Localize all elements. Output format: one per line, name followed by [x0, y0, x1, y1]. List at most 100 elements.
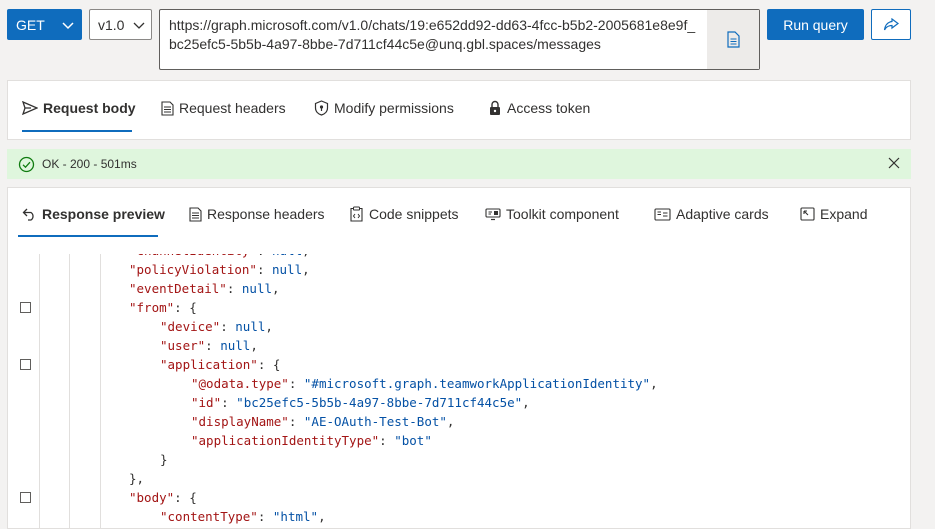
json-separator: : — [174, 300, 190, 315]
active-tab-indicator — [22, 130, 132, 132]
tab-request-headers[interactable]: Request headers — [160, 100, 286, 116]
json-separator: : — [288, 376, 304, 391]
json-value: } — [160, 452, 168, 467]
api-version-label: v1.0 — [98, 16, 125, 33]
tab-label: Adaptive cards — [676, 206, 769, 222]
url-text[interactable]: https://graph.microsoft.com/v1.0/chats/1… — [169, 16, 699, 54]
json-punctuation: , — [265, 319, 273, 334]
json-value: null — [272, 254, 302, 258]
json-value: "bot" — [394, 433, 432, 448]
json-line: "@odata.type": "#microsoft.graph.teamwor… — [8, 374, 910, 393]
json-key: "device" — [160, 319, 221, 334]
tab-label: Code snippets — [369, 206, 459, 222]
query-toolbar: GET v1.0 https://graph.microsoft.com/v1.… — [0, 0, 935, 76]
json-punctuation: , — [650, 376, 658, 391]
json-key: "@odata.type" — [191, 376, 289, 391]
tab-response-preview[interactable]: Response preview — [22, 206, 165, 222]
json-line: "from": { — [8, 298, 910, 317]
json-separator: : — [221, 395, 237, 410]
json-punctuation: , — [318, 509, 326, 524]
tab-label: Expand — [820, 206, 868, 222]
document-icon[interactable] — [707, 10, 759, 69]
share-icon[interactable] — [871, 9, 911, 40]
api-version-dropdown[interactable]: v1.0 — [89, 9, 152, 40]
tab-adaptive-cards[interactable]: Adaptive cards — [654, 206, 769, 222]
shield-icon — [314, 100, 329, 116]
tab-code-snippets[interactable]: Code snippets — [349, 206, 459, 222]
json-separator: : — [174, 490, 190, 505]
chevron-down-icon — [54, 17, 82, 33]
json-line: "application": { — [8, 355, 910, 374]
json-value: { — [189, 490, 197, 505]
json-separator: : — [226, 281, 242, 296]
json-value: { — [272, 357, 281, 372]
undo-arrow-icon — [22, 207, 37, 221]
json-key: "id" — [191, 395, 222, 410]
document-list-icon — [188, 206, 202, 222]
tab-label: Modify permissions — [334, 100, 454, 116]
tab-request-body[interactable]: Request body — [22, 100, 136, 116]
response-json-viewer[interactable]: "channelIdentity": null,"policyViolation… — [8, 254, 910, 528]
run-query-button[interactable]: Run query — [767, 9, 864, 40]
json-punctuation: , — [302, 254, 310, 258]
json-line: "contentType": "html", — [8, 507, 910, 526]
json-value: null — [272, 262, 303, 277]
expand-icon — [800, 207, 815, 221]
tab-toolkit-component[interactable]: Toolkit component — [485, 206, 619, 222]
json-separator: : — [257, 509, 273, 524]
json-line: "device": null, — [8, 317, 910, 336]
http-method-dropdown[interactable]: GET — [7, 9, 82, 40]
tab-modify-permissions[interactable]: Modify permissions — [314, 100, 454, 116]
json-punctuation: , — [446, 414, 455, 429]
json-line: } — [8, 450, 910, 469]
json-punctuation: , — [250, 338, 258, 353]
tab-response-headers[interactable]: Response headers — [188, 206, 325, 222]
json-punctuation: , — [522, 395, 530, 410]
request-panel: Request body Request headers Modify perm… — [7, 80, 911, 140]
json-line: }, — [8, 469, 910, 488]
tab-access-token[interactable]: Access token — [488, 100, 590, 116]
json-separator: : — [257, 254, 272, 258]
check-circle-icon — [18, 156, 35, 173]
json-punctuation: , — [302, 262, 310, 277]
json-key: "applicationIdentityType" — [191, 433, 380, 448]
json-value: "bc25efc5-5b5b-4a97-8bbe-7d711cf44c5e" — [236, 395, 523, 410]
response-panel: Response preview Response headers Code s… — [7, 187, 911, 529]
json-line: "eventDetail": null, — [8, 279, 910, 298]
json-value: null — [235, 319, 266, 334]
json-key: "application" — [160, 357, 258, 372]
json-key: "policyViolation" — [129, 262, 257, 277]
json-line: "policyViolation": null, — [8, 260, 910, 279]
json-separator: : — [256, 262, 272, 277]
chevron-down-icon — [127, 17, 151, 33]
lock-icon — [488, 100, 502, 116]
json-value: } — [129, 471, 137, 486]
json-separator: : — [379, 433, 395, 448]
status-text: OK - 200 - 501ms — [42, 157, 137, 171]
json-separator: : — [220, 319, 236, 334]
json-value: { — [189, 300, 197, 315]
tab-label: Request body — [43, 100, 136, 116]
json-value: "#microsoft.graph.teamworkApplicationIde… — [303, 376, 651, 391]
json-separator: : — [288, 414, 304, 429]
json-punctuation: , — [272, 281, 280, 296]
active-tab-indicator — [18, 235, 158, 237]
json-value: null — [220, 338, 251, 353]
json-line: "body": { — [8, 488, 910, 507]
json-value: "html" — [272, 509, 319, 524]
json-value: null — [241, 281, 273, 296]
page-scrollbar[interactable] — [919, 0, 935, 529]
json-value: "AE-OAuth-Test-Bot" — [303, 414, 447, 429]
document-list-icon — [160, 100, 174, 116]
close-icon[interactable] — [887, 156, 901, 170]
toolkit-icon — [485, 207, 501, 221]
card-icon — [654, 207, 671, 221]
tab-label: Toolkit component — [506, 206, 619, 222]
json-key: "contentType" — [160, 509, 258, 524]
tab-expand[interactable]: Expand — [800, 206, 867, 222]
url-input[interactable]: https://graph.microsoft.com/v1.0/chats/1… — [159, 9, 760, 70]
json-separator: : — [257, 357, 273, 372]
json-key: "channelIdentity" — [129, 254, 257, 258]
json-line: "displayName": "AE-OAuth-Test-Bot", — [8, 412, 910, 431]
json-line: "applicationIdentityType": "bot" — [8, 431, 910, 450]
